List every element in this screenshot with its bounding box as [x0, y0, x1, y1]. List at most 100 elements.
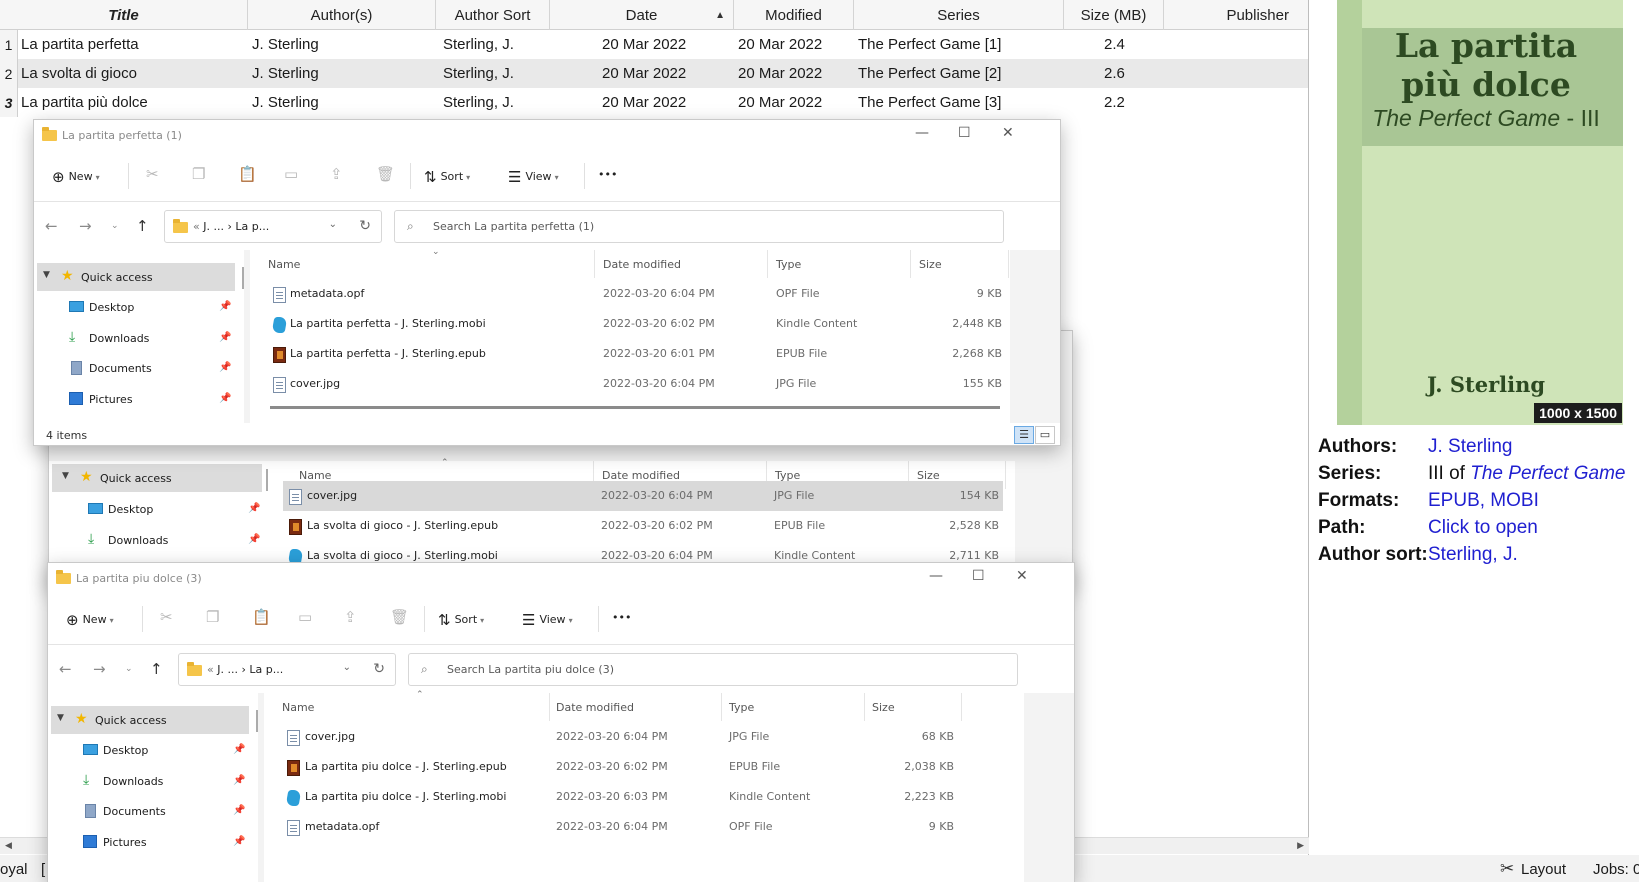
file-row[interactable]: La partita piu dolce - J. Sterling.epub …: [264, 752, 964, 782]
scroll-right-icon[interactable]: ▶: [1297, 840, 1304, 851]
column-header-size[interactable]: Size (MB): [1064, 0, 1164, 30]
formats-link[interactable]: EPUB, MOBI: [1428, 490, 1539, 512]
nav-quick-access[interactable]: ▼ ★ Quick access: [37, 263, 235, 291]
sort-button[interactable]: ⇅ Sort ▾: [424, 168, 470, 186]
nav-pictures[interactable]: Pictures 📌: [51, 828, 249, 856]
chevron-down-icon[interactable]: ⌄: [343, 662, 351, 673]
nav-desktop[interactable]: Desktop 📌: [37, 293, 235, 321]
column-date-modified[interactable]: Date modified: [603, 258, 681, 271]
delete-icon[interactable]: 🗑: [376, 165, 395, 183]
column-header-author-sort[interactable]: Author Sort: [436, 0, 550, 30]
book-cover[interactable]: La partita più dolce The Perfect Game - …: [1337, 0, 1623, 425]
cell-date[interactable]: 20 Mar 2022: [602, 30, 686, 59]
close-icon[interactable]: ✕: [1016, 568, 1028, 584]
file-row[interactable]: La svolta di gioco - J. Sterling.epub 20…: [283, 511, 1003, 541]
series-link[interactable]: The Perfect Game: [1470, 463, 1625, 484]
cell-author-sort[interactable]: Sterling, J.: [443, 30, 514, 59]
explorer-window-1[interactable]: La partita perfetta (1) — ☐ ✕ ⊕ New ▾ ✂ ❐ …: [33, 119, 1061, 446]
search-box[interactable]: ⌕ Search La partita piu dolce (3): [408, 653, 1018, 686]
path-link[interactable]: Click to open: [1428, 517, 1538, 539]
cell-series[interactable]: The Perfect Game [3]: [858, 88, 1001, 117]
window-titlebar[interactable]: La partita perfetta (1) — ☐ ✕: [34, 120, 1060, 150]
recent-locations-icon[interactable]: ⌄: [111, 221, 119, 231]
horizontal-scrollbar[interactable]: [270, 406, 1000, 409]
nav-desktop[interactable]: Desktop 📌: [51, 736, 249, 764]
table-row[interactable]: 1 La partita perfetta J. Sterling Sterli…: [0, 30, 1308, 59]
address-bar[interactable]: « J. ... › La p... ⌄ ↻: [178, 653, 396, 686]
cell-size[interactable]: 2.6: [1104, 59, 1125, 88]
cell-modified[interactable]: 20 Mar 2022: [738, 59, 822, 88]
file-row[interactable]: La partita perfetta - J. Sterling.mobi 2…: [250, 309, 1008, 339]
minimize-icon[interactable]: —: [915, 125, 929, 141]
up-arrow-icon[interactable]: ↑: [150, 660, 163, 678]
table-row-selected[interactable]: 3 La partita più dolce J. Sterling Sterl…: [0, 88, 1308, 117]
more-options-button[interactable]: •••: [612, 611, 631, 624]
column-size[interactable]: Size: [872, 701, 895, 714]
nav-downloads[interactable]: ⤓ Downloads 📌: [52, 526, 262, 554]
nav-desktop[interactable]: Desktop 📌: [52, 495, 262, 523]
view-button[interactable]: ☰ View ▾: [508, 168, 559, 186]
cell-title[interactable]: La svolta di gioco: [21, 59, 137, 88]
address-bar[interactable]: « J. ... › La p... ⌄ ↻: [164, 210, 382, 243]
large-icons-view-icon[interactable]: ▭: [1035, 426, 1055, 444]
rename-icon[interactable]: ▭: [298, 608, 312, 626]
column-type[interactable]: Type: [729, 701, 754, 714]
details-view-icon[interactable]: ☰: [1014, 426, 1034, 444]
cut-icon[interactable]: ✂: [146, 165, 159, 183]
cell-author[interactable]: J. Sterling: [252, 59, 319, 88]
paste-icon[interactable]: 📋: [238, 165, 257, 183]
chevron-down-icon[interactable]: ⌄: [329, 219, 337, 230]
cell-title[interactable]: La partita perfetta: [21, 30, 139, 59]
column-header-authors[interactable]: Author(s): [248, 0, 436, 30]
delete-icon[interactable]: 🗑: [390, 608, 409, 626]
cell-modified[interactable]: 20 Mar 2022: [738, 88, 822, 117]
refresh-icon[interactable]: ↻: [359, 218, 371, 234]
file-row[interactable]: cover.jpg 2022-03-20 6:04 PM JPG File 68…: [264, 722, 964, 752]
column-header-modified[interactable]: Modified: [734, 0, 854, 30]
view-button[interactable]: ☰ View ▾: [522, 611, 573, 629]
back-arrow-icon[interactable]: ←: [59, 660, 72, 678]
maximize-icon[interactable]: ☐: [958, 125, 971, 141]
column-type[interactable]: Type: [776, 258, 801, 271]
column-name[interactable]: Name: [268, 258, 300, 271]
nav-documents[interactable]: Documents 📌: [51, 797, 249, 825]
column-date-modified[interactable]: Date modified: [556, 701, 634, 714]
column-size[interactable]: Size: [919, 258, 942, 271]
rename-icon[interactable]: ▭: [284, 165, 298, 183]
cell-author[interactable]: J. Sterling: [252, 30, 319, 59]
table-row[interactable]: 2 La svolta di gioco J. Sterling Sterlin…: [0, 59, 1308, 88]
author-sort-link[interactable]: Sterling, J.: [1428, 544, 1518, 566]
nav-quick-access[interactable]: ▼ ★ Quick access: [52, 464, 262, 492]
cell-size[interactable]: 2.4: [1104, 30, 1125, 59]
column-header-publisher[interactable]: Publisher: [1164, 0, 1309, 30]
cell-author-sort[interactable]: Sterling, J.: [443, 88, 514, 117]
window-titlebar[interactable]: La partita piu dolce (3) — ☐ ✕: [48, 563, 1074, 593]
forward-arrow-icon[interactable]: →: [79, 217, 92, 235]
authors-link[interactable]: J. Sterling: [1428, 436, 1512, 458]
more-options-button[interactable]: •••: [598, 168, 617, 181]
file-row[interactable]: cover.jpg 2022-03-20 6:04 PM JPG File 15…: [283, 481, 1003, 511]
search-box[interactable]: ⌕ Search La partita perfetta (1): [394, 210, 1004, 243]
share-icon[interactable]: ⇪: [344, 608, 357, 626]
explorer-window-3[interactable]: La partita piu dolce (3) — ☐ ✕ ⊕ New ▾ ✂ ❐…: [47, 562, 1075, 882]
column-header-date[interactable]: Date ▲: [550, 0, 734, 30]
file-row[interactable]: La partita piu dolce - J. Sterling.mobi …: [264, 782, 964, 812]
layout-button[interactable]: Layout: [1521, 861, 1566, 878]
cell-author-sort[interactable]: Sterling, J.: [443, 59, 514, 88]
recent-locations-icon[interactable]: ⌄: [125, 664, 133, 674]
column-header-title[interactable]: Title: [0, 0, 248, 30]
nav-pictures[interactable]: Pictures 📌: [37, 385, 235, 413]
new-button[interactable]: ⊕ New ▾: [52, 168, 100, 186]
nav-documents[interactable]: Documents 📌: [37, 354, 235, 382]
copy-icon[interactable]: ❐: [192, 165, 205, 183]
nav-downloads[interactable]: ⤓ Downloads 📌: [37, 324, 235, 352]
refresh-icon[interactable]: ↻: [373, 661, 385, 677]
cell-modified[interactable]: 20 Mar 2022: [738, 30, 822, 59]
sort-button[interactable]: ⇅ Sort ▾: [438, 611, 484, 629]
column-name[interactable]: Name: [282, 701, 314, 714]
column-header-series[interactable]: Series: [854, 0, 1064, 30]
cell-title[interactable]: La partita più dolce: [21, 88, 148, 117]
up-arrow-icon[interactable]: ↑: [136, 217, 149, 235]
cut-icon[interactable]: ✂: [160, 608, 173, 626]
file-row[interactable]: metadata.opf 2022-03-20 6:04 PM OPF File…: [250, 279, 1008, 309]
